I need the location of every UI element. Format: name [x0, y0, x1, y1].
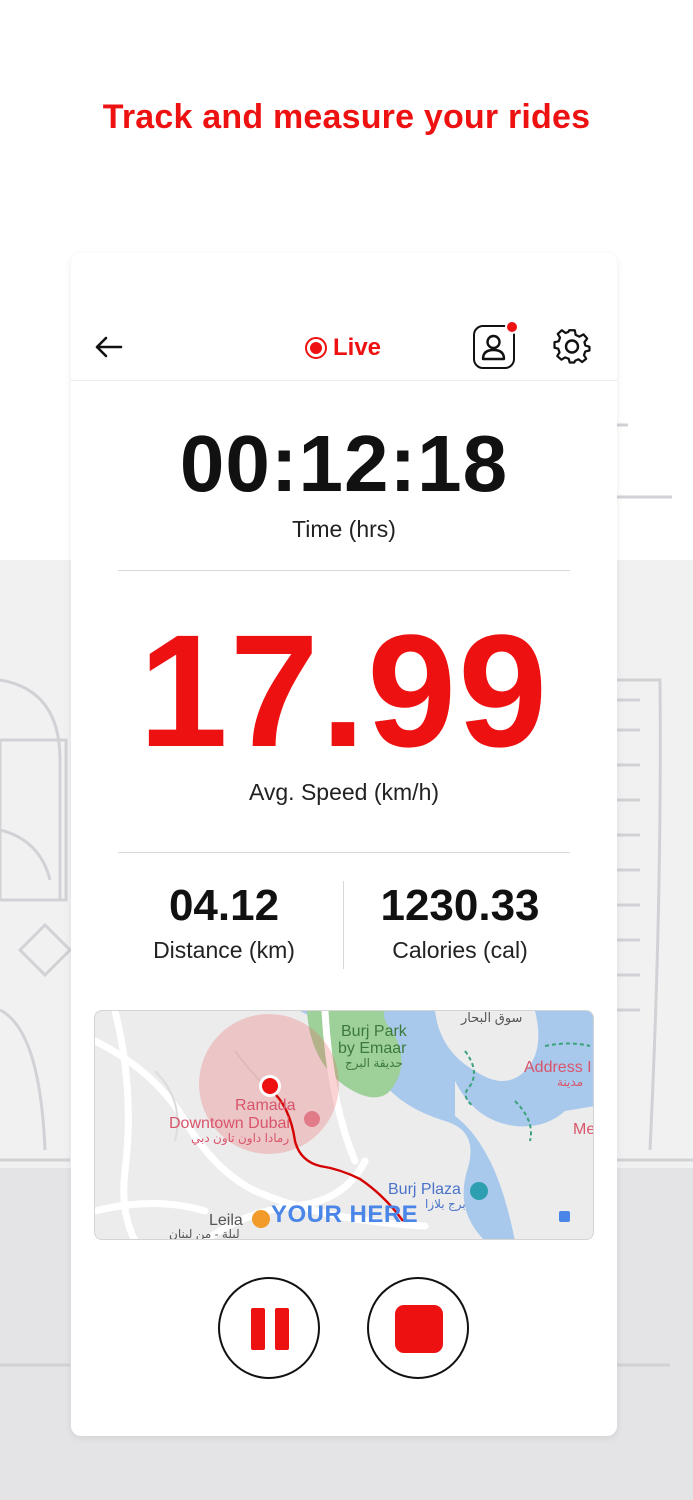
- stop-button[interactable]: [367, 1277, 469, 1379]
- your-here-label: YOUR HERE: [271, 1201, 419, 1228]
- pause-button[interactable]: [218, 1277, 320, 1379]
- map-label: مدينة: [557, 1075, 584, 1089]
- route-map[interactable]: Burj Park by Emaar حديقة البرج سوق البحا…: [94, 1010, 594, 1240]
- distance-value: 04.12: [168, 881, 280, 930]
- map-label: برج بلازا: [425, 1197, 466, 1211]
- profile-icon: [481, 334, 506, 361]
- map-label: سوق البحار: [461, 1010, 523, 1025]
- map-label: رمادا داون تاون دبي: [191, 1131, 290, 1145]
- live-indicator-icon: [305, 337, 327, 359]
- calories-label: Calories (cal): [392, 937, 528, 963]
- map-label: Burj Park: [341, 1023, 407, 1040]
- profile-button[interactable]: [473, 320, 519, 369]
- live-label: Live: [333, 334, 382, 361]
- headline: Track and measure your rides: [102, 98, 591, 136]
- map-label: ليلة - من لبنان: [169, 1227, 240, 1240]
- map-label: by Emaar: [338, 1040, 407, 1057]
- map-label: Burj Plaza: [388, 1181, 461, 1198]
- map-label: Address I: [524, 1059, 592, 1076]
- top-bar: Live: [71, 315, 617, 381]
- calories-stat: 1230.33 Calories (cal): [347, 881, 573, 964]
- avg-speed-value: 17.99: [138, 601, 550, 780]
- stop-icon: [395, 1305, 443, 1353]
- time-label: Time (hrs): [292, 516, 396, 542]
- calories-value: 1230.33: [380, 881, 540, 930]
- vertical-divider: [343, 881, 344, 969]
- ride-tracker-card: Live 00:12:18 Time (hrs) 17.99 Avg. Spee…: [71, 253, 617, 1436]
- map-label: Me: [573, 1121, 594, 1138]
- map-label: Ramada: [235, 1097, 296, 1114]
- divider: [118, 570, 570, 571]
- time-value: 00:12:18: [179, 419, 509, 508]
- avg-speed-label: Avg. Speed (km/h): [248, 779, 440, 805]
- map-label: حديقة البرج: [345, 1056, 403, 1070]
- distance-label: Distance (km): [153, 937, 295, 963]
- map-label: Downtown Dubai: [169, 1115, 290, 1132]
- back-arrow-icon[interactable]: [91, 329, 127, 365]
- gear-icon[interactable]: [553, 328, 591, 366]
- divider: [118, 852, 570, 853]
- notification-badge: [505, 320, 519, 334]
- live-status: Live: [305, 333, 381, 363]
- distance-stat: 04.12 Distance (km): [111, 881, 337, 964]
